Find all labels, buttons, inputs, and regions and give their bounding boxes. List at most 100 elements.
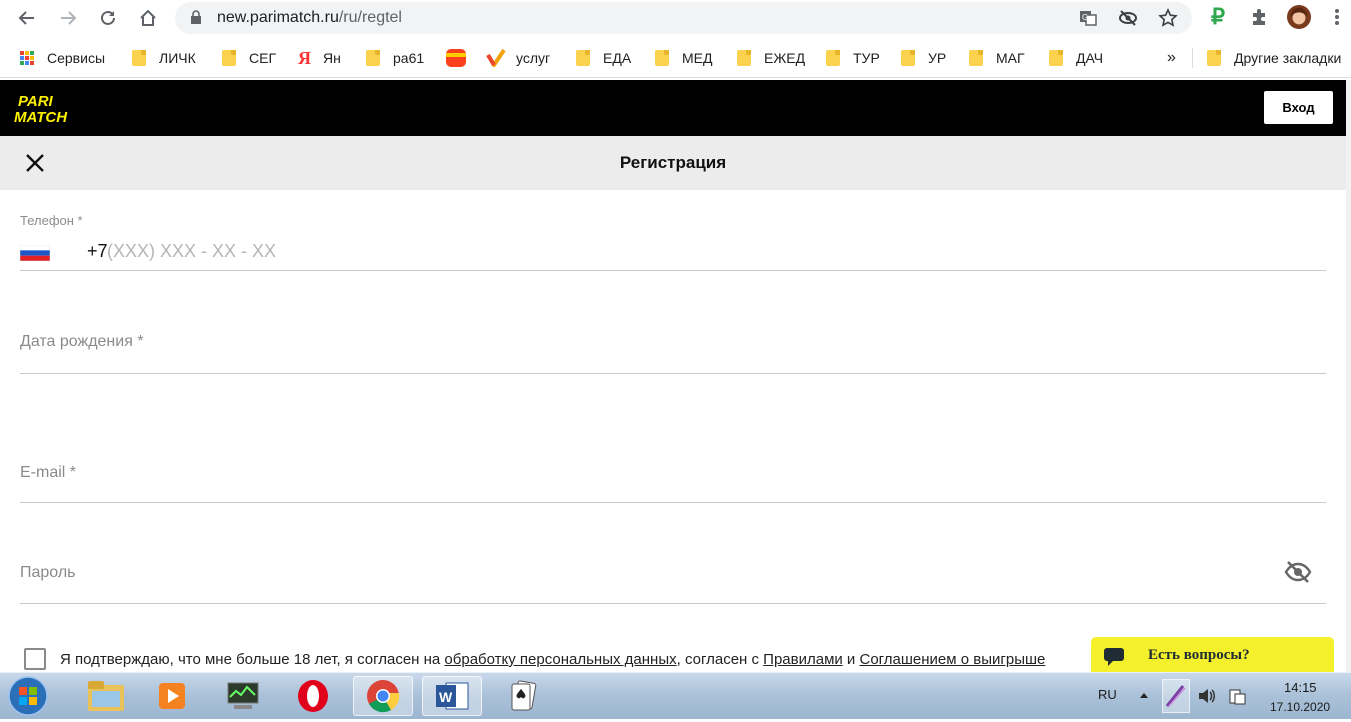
extensions-button[interactable] — [1247, 5, 1271, 29]
network-icon[interactable] — [1227, 686, 1247, 706]
volume-icon[interactable] — [1197, 687, 1217, 705]
taskbar-opera[interactable] — [283, 676, 343, 716]
word-icon: W — [436, 682, 469, 710]
bookmark-label: МАГ — [996, 50, 1025, 66]
bookmark-seg[interactable]: СЕГ — [222, 49, 276, 67]
reload-icon — [101, 10, 115, 25]
address-bar[interactable]: new.parimatch.ru/ru/regtel G — [175, 2, 1192, 34]
bookmarks-overflow-button[interactable]: » — [1167, 49, 1176, 67]
taskbar-chrome[interactable] — [353, 676, 413, 716]
russia-flag-icon[interactable] — [20, 245, 50, 261]
chat-label: Есть вопросы? — [1148, 647, 1250, 663]
bookmark-mag[interactable]: МАГ — [969, 49, 1025, 67]
back-button[interactable] — [14, 5, 40, 31]
clock-date[interactable]: 17.10.2020 — [1270, 700, 1330, 714]
bookmarks-divider — [1192, 48, 1193, 68]
phone-prefix: +7 — [87, 241, 108, 261]
ruble-extension-button[interactable]: ₽ — [1206, 4, 1230, 29]
back-arrow-icon — [18, 11, 34, 25]
page-scrollbar[interactable] — [1346, 80, 1351, 672]
forward-button[interactable] — [55, 5, 81, 31]
bookmark-uslug[interactable]: услуг — [486, 49, 550, 67]
birthdate-label: Дата рождения * — [20, 333, 144, 350]
chat-bubble-icon — [1104, 648, 1124, 666]
hide-password-icon[interactable] — [1284, 560, 1312, 584]
bookmark-eda[interactable]: ЕДА — [576, 49, 631, 67]
bookmark-dach[interactable]: ДАЧ — [1049, 49, 1103, 67]
login-button[interactable]: Вход — [1264, 91, 1333, 124]
url-text: new.parimatch.ru/ru/regtel — [217, 9, 402, 26]
ruble-icon: ₽ — [1211, 4, 1225, 29]
taskbar-word[interactable]: W — [422, 676, 482, 716]
email-label: E-mail * — [20, 464, 77, 481]
rules-link[interactable]: Правилами — [763, 651, 843, 668]
bookmark-label: ДАЧ — [1076, 50, 1104, 66]
taskbar-solitaire[interactable] — [493, 676, 553, 716]
bookmark-label: ТУР — [853, 50, 880, 66]
forward-arrow-icon — [61, 11, 77, 25]
bookmark-lichk[interactable]: ЛИЧК — [132, 49, 196, 67]
tray-pen-button[interactable] — [1162, 679, 1190, 713]
chat-widget[interactable]: Есть вопросы? — [1091, 637, 1334, 672]
birthdate-field[interactable]: Дата рождения * — [20, 320, 1326, 374]
bookmark-star-icon[interactable] — [1158, 8, 1178, 28]
overflow-chevron-icon: » — [1167, 49, 1176, 66]
taskbar-media[interactable] — [142, 676, 202, 716]
bookmark-ezhed[interactable]: ЕЖЕД — [737, 49, 805, 67]
taskbar-tool[interactable] — [213, 676, 273, 716]
bookmark-service[interactable] — [446, 49, 466, 67]
home-button[interactable] — [135, 5, 161, 31]
reload-button[interactable] — [95, 5, 121, 31]
consent-checkbox[interactable] — [24, 648, 46, 670]
home-icon — [140, 9, 156, 26]
folder-icon — [366, 50, 380, 66]
site-header: PARI MATCH Вход — [0, 80, 1346, 136]
avatar-icon — [1287, 5, 1311, 29]
translate-icon[interactable]: G — [1078, 8, 1098, 28]
language-indicator[interactable]: RU — [1098, 687, 1117, 702]
tracking-blocked-eye-icon[interactable] — [1118, 8, 1138, 28]
folder-icon — [132, 50, 146, 66]
clock-time[interactable]: 14:15 — [1284, 680, 1317, 695]
bookmark-label: МЕД — [682, 50, 713, 66]
page-title: Регистрация — [619, 153, 727, 172]
bookmark-med[interactable]: МЕД — [655, 49, 712, 67]
parimatch-logo[interactable]: PARI MATCH — [14, 92, 114, 124]
phone-field[interactable]: Телефон * +7 (XXX) XXX - XX - XX — [20, 208, 1326, 271]
folder-icon — [901, 50, 915, 66]
svg-text:PARI: PARI — [18, 93, 54, 110]
folder-icon — [826, 50, 840, 66]
start-button[interactable] — [6, 675, 50, 717]
privacy-link[interactable]: обработку персональных данных — [444, 651, 676, 668]
taskbar-explorer[interactable] — [76, 676, 136, 716]
svg-text:G: G — [1082, 13, 1088, 22]
show-hidden-icons-icon[interactable] — [1139, 691, 1149, 699]
bookmark-services[interactable]: Сервисы — [20, 49, 105, 67]
password-field[interactable]: Пароль — [20, 552, 1326, 604]
bookmark-ra61[interactable]: ра61 — [366, 49, 424, 67]
registration-header: Регистрация — [0, 136, 1346, 190]
bookmark-label: ЕЖЕД — [764, 50, 806, 66]
bookmark-label: СЕГ — [249, 50, 277, 66]
more-vertical-icon — [1335, 9, 1339, 25]
bookmark-yandex[interactable]: Я Ян — [298, 47, 341, 68]
folder-icon — [1049, 50, 1063, 66]
bookmark-other[interactable]: Другие закладки — [1207, 49, 1341, 67]
profile-avatar[interactable] — [1287, 5, 1311, 29]
svg-text:MATCH: MATCH — [14, 109, 68, 124]
yandex-icon: Я — [298, 47, 311, 68]
bookmark-ur[interactable]: УР — [901, 49, 946, 67]
email-field[interactable]: E-mail * — [20, 452, 1326, 503]
bookmark-tur[interactable]: ТУР — [826, 49, 880, 67]
bookmark-label: ра61 — [393, 50, 425, 66]
phone-label: Телефон * — [20, 213, 83, 228]
chrome-menu-button[interactable] — [1325, 5, 1349, 29]
bookmark-label: Другие закладки — [1234, 50, 1342, 66]
bookmark-label: ЕДА — [603, 50, 632, 66]
folder-icon — [969, 50, 983, 66]
windows-logo-icon — [8, 676, 48, 716]
windows-taskbar: W RU 14:15 17.10.2020 — [0, 672, 1351, 719]
agreement-link[interactable]: Соглашением о выигрыше — [859, 651, 1045, 668]
folder-icon — [737, 50, 751, 66]
password-label: Пароль — [20, 564, 76, 581]
